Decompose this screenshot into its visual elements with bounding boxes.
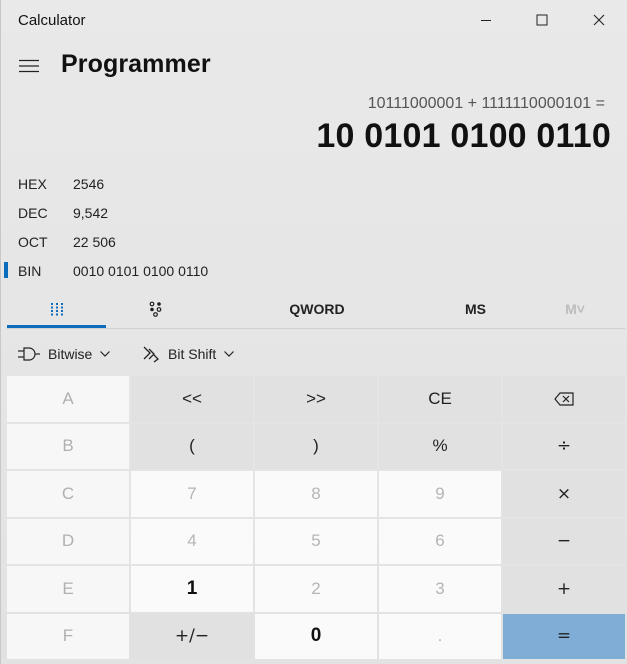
- radix-value: 0010 0101 0100 0110: [73, 262, 209, 279]
- close-button[interactable]: [576, 0, 622, 40]
- key-0[interactable]: 0: [255, 613, 377, 659]
- radix-row-hex[interactable]: HEX 2546: [1, 169, 401, 198]
- key-multiply[interactable]: ×: [503, 471, 625, 517]
- navigation-menu-button[interactable]: [13, 52, 45, 80]
- radix-label: BIN: [18, 262, 42, 279]
- bit-toggle-keypad-tab[interactable]: [106, 290, 205, 328]
- keypad-mode-bar: QWORD MS M˅: [7, 290, 625, 328]
- full-keypad-tab[interactable]: [7, 290, 106, 328]
- plus-symbol: +: [556, 578, 572, 599]
- multiply-symbol: ×: [556, 483, 572, 504]
- bit-shift-icon: [142, 345, 160, 363]
- key-b[interactable]: B: [7, 423, 129, 469]
- key-5[interactable]: 5: [255, 518, 377, 564]
- key-subtract[interactable]: −: [503, 518, 625, 564]
- key-f[interactable]: F: [7, 613, 129, 659]
- divider: [7, 328, 625, 329]
- key-negate[interactable]: +/−: [131, 613, 253, 659]
- title-bar: Calculator: [1, 0, 627, 40]
- radix-label: HEX: [18, 175, 47, 192]
- app-title: Calculator: [18, 12, 86, 29]
- key-4[interactable]: 4: [131, 518, 253, 564]
- memory-list-button[interactable]: M˅: [527, 290, 623, 328]
- key-clear-entry[interactable]: CE: [379, 376, 501, 422]
- chevron-down-icon: [224, 351, 235, 357]
- maximize-icon: [536, 14, 548, 26]
- radix-value: 9,542: [73, 204, 109, 221]
- key-3[interactable]: 3: [379, 566, 501, 612]
- expression-display: 10111000001 + 1111110000101 =: [367, 95, 605, 112]
- radix-value: 22 506: [73, 233, 116, 250]
- radix-row-bin[interactable]: BIN 0010 0101 0100 0110: [1, 256, 401, 285]
- equals-symbol: =: [556, 626, 572, 647]
- key-divide[interactable]: ÷: [503, 423, 625, 469]
- word-size-button[interactable]: QWORD: [252, 290, 382, 328]
- key-backspace[interactable]: [503, 376, 625, 422]
- bitwise-dropdown[interactable]: Bitwise: [18, 340, 111, 368]
- key-c[interactable]: C: [7, 471, 129, 517]
- bit-shift-dropdown[interactable]: Bit Shift: [142, 340, 235, 368]
- minimize-button[interactable]: [463, 0, 509, 40]
- key-decimal[interactable]: .: [379, 613, 501, 659]
- radix-label: OCT: [18, 233, 48, 250]
- keypad-grid-icon: [50, 303, 63, 316]
- key-modulo[interactable]: %: [379, 423, 501, 469]
- minimize-icon: [481, 20, 491, 21]
- key-2[interactable]: 2: [255, 566, 377, 612]
- memory-store-button[interactable]: MS: [426, 290, 525, 328]
- key-equals[interactable]: =: [503, 613, 625, 659]
- key-7[interactable]: 7: [131, 471, 253, 517]
- logic-gate-icon: [18, 346, 40, 362]
- hamburger-menu-icon: [19, 59, 39, 73]
- key-6[interactable]: 6: [379, 518, 501, 564]
- maximize-button[interactable]: [519, 0, 565, 40]
- key-close-paren[interactable]: ): [255, 423, 377, 469]
- close-icon: [593, 14, 605, 26]
- keypad: A << >> CE B ( ) % ÷ C 7 8 9 × D 4 5 6 −…: [7, 376, 625, 660]
- radix-value: 2546: [73, 175, 105, 192]
- bitwise-label: Bitwise: [48, 346, 93, 362]
- calculator-window: Calculator Programmer 10111000001 + 1111…: [0, 0, 627, 664]
- key-1[interactable]: 1: [131, 566, 253, 612]
- key-right-shift[interactable]: >>: [255, 376, 377, 422]
- key-8[interactable]: 8: [255, 471, 377, 517]
- divide-symbol: ÷: [556, 436, 572, 457]
- key-d[interactable]: D: [7, 518, 129, 564]
- negate-symbol: +/−: [174, 626, 210, 647]
- bit-toggle-icon: [149, 301, 161, 317]
- minus-symbol: −: [556, 531, 572, 552]
- mode-title: Programmer: [61, 50, 211, 78]
- key-open-paren[interactable]: (: [131, 423, 253, 469]
- radix-row-dec[interactable]: DEC 9,542: [1, 198, 401, 227]
- bit-shift-label: Bit Shift: [168, 346, 217, 362]
- key-add[interactable]: +: [503, 566, 625, 612]
- key-9[interactable]: 9: [379, 471, 501, 517]
- radix-label: DEC: [18, 204, 48, 221]
- radix-row-oct[interactable]: OCT 22 506: [1, 227, 401, 256]
- radix-selected-indicator: [4, 262, 8, 278]
- chevron-down-icon: [100, 351, 111, 357]
- key-a[interactable]: A: [7, 376, 129, 422]
- key-left-shift[interactable]: <<: [131, 376, 253, 422]
- backspace-icon: [554, 392, 574, 406]
- result-display: 10 0101 0100 0110: [316, 117, 611, 155]
- key-e[interactable]: E: [7, 566, 129, 612]
